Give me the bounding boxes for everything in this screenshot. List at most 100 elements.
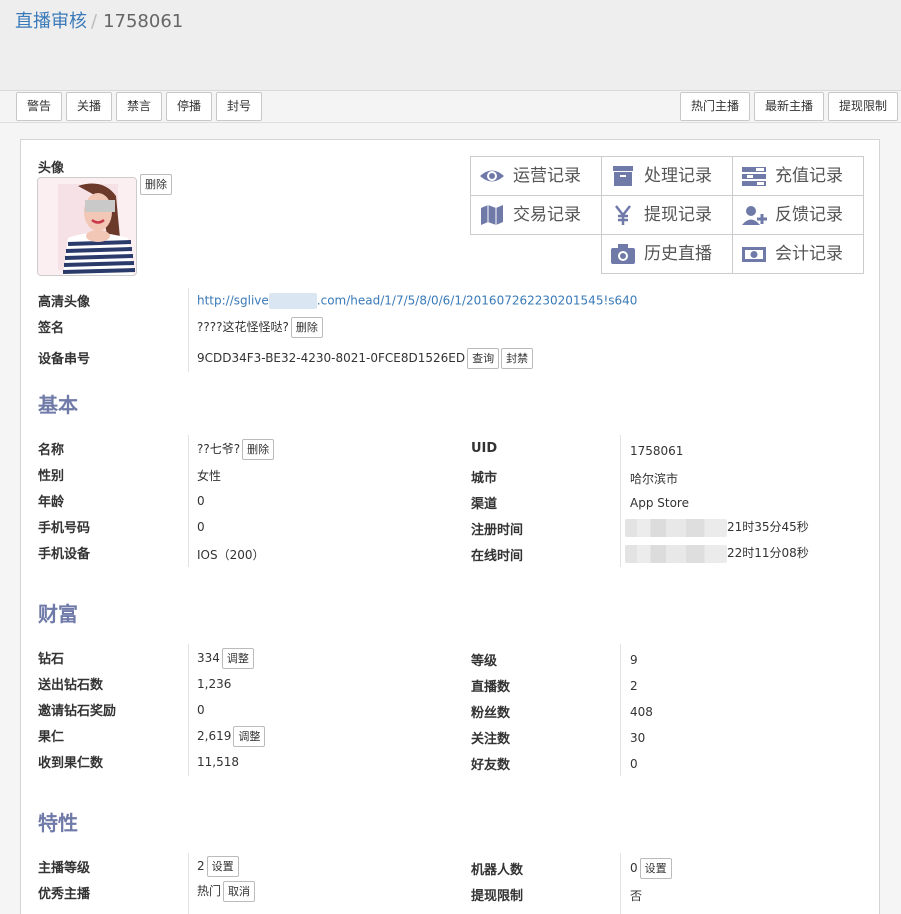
signature-delete-button[interactable]: 删除 — [290, 317, 323, 338]
anchor-level-row: 2 设置 — [197, 856, 239, 877]
diamond-adjust-button[interactable]: 调整 — [221, 648, 254, 669]
invite-reward-value: 0 — [197, 703, 205, 717]
history-live-label: 历史直播 — [644, 244, 712, 264]
hd-avatar-label: 高清头像 — [38, 295, 91, 310]
friends-label: 好友数 — [471, 758, 511, 773]
ops-record-link[interactable]: 运营记录 — [470, 156, 602, 196]
name-label: 名称 — [38, 443, 65, 458]
avatar — [37, 177, 137, 276]
sent-diamond-label: 送出钻石数 — [38, 678, 104, 693]
withdraw-limit-button[interactable]: 提现限制 — [828, 92, 898, 121]
fans-value: 408 — [630, 705, 653, 719]
withdraw-record-link[interactable]: 提现记录 — [601, 195, 733, 235]
hd-avatar-url-suffix: .com/head/1/7/5/8/0/6/1/2016072622302015… — [316, 293, 638, 308]
ban-account-button[interactable]: 封号 — [216, 92, 262, 121]
avatar-image — [38, 178, 136, 275]
age-label: 年龄 — [38, 495, 65, 510]
tasks-icon — [742, 167, 766, 186]
live-count-value: 2 — [630, 679, 638, 693]
nut-adjust-button[interactable]: 调整 — [233, 726, 266, 747]
phone-device-label: 手机设备 — [38, 547, 91, 562]
trade-record-label: 交易记录 — [513, 205, 581, 225]
hot-anchors-button[interactable]: 热门主播 — [680, 92, 750, 121]
device-query-button[interactable]: 查询 — [467, 348, 500, 369]
device-id-row: 9CDD34F3-BE32-4230-8021-0FCE8D1526ED 查询 封禁 — [197, 348, 534, 369]
redacted-domain — [268, 293, 317, 309]
history-live-link[interactable]: 历史直播 — [601, 234, 733, 274]
gender-value: 女性 — [197, 469, 222, 483]
signature-row: ????这花怪怪哒? 删除 — [197, 317, 323, 338]
traits-divider-right — [620, 853, 621, 914]
wealth-divider-left — [188, 644, 189, 776]
avatar-delete-button[interactable]: 删除 — [140, 174, 172, 195]
register-time-row: 21时35分45秒 — [625, 518, 809, 537]
breadcrumb-current: 1758061 — [103, 11, 184, 32]
handle-record-link[interactable]: 处理记录 — [601, 156, 733, 196]
city-value: 哈尔滨市 — [630, 472, 679, 486]
feedback-record-link[interactable]: 反馈记录 — [732, 195, 864, 235]
stop-live-button[interactable]: 停播 — [166, 92, 212, 121]
live-count-label: 直播数 — [471, 680, 511, 695]
received-nut-label: 收到果仁数 — [38, 756, 104, 771]
fans-label: 粉丝数 — [471, 706, 511, 721]
name-row: ??七爷? 删除 — [197, 439, 275, 460]
section-traits-title: 特性 — [38, 811, 78, 835]
accounting-record-label: 会计记录 — [775, 244, 843, 264]
excellent-anchor-cancel-button[interactable]: 取消 — [223, 881, 256, 902]
online-time-value: 22时11分08秒 — [727, 546, 809, 560]
nut-row: 2,619 调整 — [197, 726, 266, 747]
phone-value: 0 — [197, 520, 205, 534]
record-links-grid: 运营记录 处理记录 充值记录 交易记录 提现记录 反馈记录 历史直播 会计记录 — [470, 156, 864, 274]
mute-button[interactable]: 禁言 — [116, 92, 162, 121]
register-time-value: 21时35分45秒 — [727, 520, 809, 534]
robots-value: 0 — [630, 861, 638, 875]
diamond-row: 334 调整 — [197, 648, 254, 669]
anchor-level-label: 主播等级 — [38, 861, 91, 876]
diamond-label: 钻石 — [38, 652, 65, 667]
basic-divider-right — [620, 435, 621, 567]
redacted-date — [625, 518, 727, 537]
invite-reward-label: 邀请钻石奖励 — [38, 704, 117, 719]
phone-label: 手机号码 — [38, 521, 91, 536]
hd-avatar-link[interactable]: http://sglive .com/head/1/7/5/8/0/6/1/201… — [197, 293, 637, 309]
basic-divider-left — [188, 435, 189, 567]
uid-label: UID — [471, 441, 498, 456]
uid-value: 1758061 — [630, 444, 684, 458]
excellent-anchor-row: 热门 取消 — [197, 881, 256, 902]
follow-label: 关注数 — [471, 732, 511, 747]
map-icon — [481, 205, 503, 225]
phone-device-value: IOS（200） — [197, 548, 265, 562]
channel-value: App Store — [630, 496, 689, 510]
signature-value: ????这花怪怪哒? — [197, 320, 289, 334]
money-icon — [742, 247, 766, 262]
redacted-date — [625, 544, 727, 563]
diamond-value: 334 — [197, 651, 220, 665]
section-basic-title: 基本 — [38, 393, 78, 417]
user-plus-icon — [742, 206, 767, 225]
breadcrumb-parent-link[interactable]: 直播审核 — [15, 11, 87, 32]
device-id-label: 设备串号 — [38, 352, 91, 367]
eye-icon — [480, 170, 504, 182]
device-ban-button[interactable]: 封禁 — [501, 348, 534, 369]
device-id-value: 9CDD34F3-BE32-4230-8021-0FCE8D1526ED — [197, 351, 466, 365]
trade-record-link[interactable]: 交易记录 — [470, 195, 602, 235]
user-detail-panel: 头像 删除 运营记录 处理记录 充值记录 交易记录 提现记录 反馈记录 历史直播… — [20, 139, 880, 914]
breadcrumb-separator: / — [91, 11, 98, 32]
recharge-record-label: 充值记录 — [775, 166, 843, 186]
robots-label: 机器人数 — [471, 863, 524, 878]
robots-set-button[interactable]: 设置 — [639, 858, 672, 879]
excellent-anchor-value: 热门 — [197, 884, 222, 898]
close-live-button[interactable]: 关播 — [66, 92, 112, 121]
handle-record-label: 处理记录 — [644, 166, 712, 186]
name-delete-button[interactable]: 删除 — [242, 439, 275, 460]
warn-button[interactable]: 警告 — [16, 92, 62, 121]
level-label: 等级 — [471, 654, 498, 669]
anchor-level-set-button[interactable]: 设置 — [206, 856, 239, 877]
yen-icon — [615, 205, 631, 225]
recharge-record-link[interactable]: 充值记录 — [732, 156, 864, 196]
accounting-record-link[interactable]: 会计记录 — [732, 234, 864, 274]
action-toolbar: 警告 关播 禁言 停播 封号 热门主播 最新主播 提现限制 — [0, 91, 901, 123]
camera-icon — [611, 244, 635, 264]
channel-label: 渠道 — [471, 497, 498, 512]
new-anchors-button[interactable]: 最新主播 — [754, 92, 824, 121]
